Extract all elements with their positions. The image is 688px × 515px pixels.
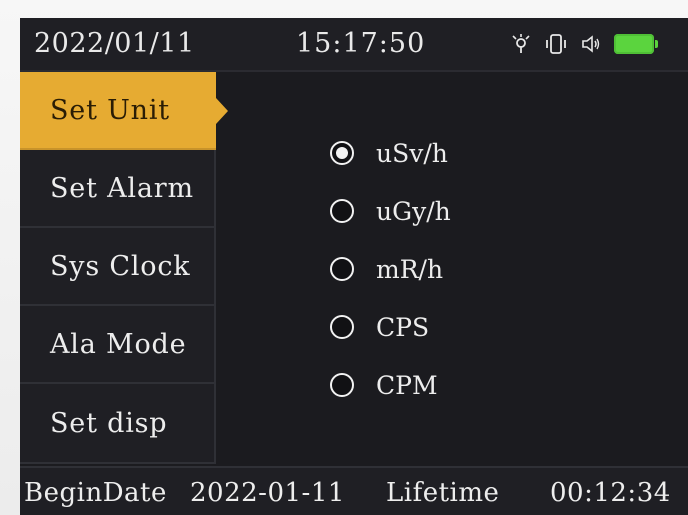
menu-item-label: Set disp (50, 407, 168, 439)
lifetime-label: Lifetime (386, 478, 500, 508)
unit-option-ugy-h[interactable]: uGy/h (330, 191, 451, 231)
unit-option-label: CPM (376, 370, 438, 400)
status-bar: 2022/01/11 15:17:50 (20, 18, 688, 72)
menu-item-label: Set Alarm (50, 172, 194, 204)
menu-item-label: Sys Clock (50, 250, 191, 282)
info-footer: BeginDate 2022-01-11 Lifetime 00:12:34 (20, 466, 688, 515)
unit-option-label: uSv/h (376, 138, 448, 168)
light-icon (510, 33, 532, 55)
menu-item-sys-clock[interactable]: Sys Clock (20, 228, 216, 306)
radio-button[interactable] (330, 315, 354, 339)
begin-date-value: 2022-01-11 (190, 478, 345, 508)
status-time: 15:17:50 (296, 28, 426, 59)
battery-icon (614, 34, 658, 54)
device-screen: 2022/01/11 15:17:50 Set Unit Set Alarm S… (20, 18, 688, 515)
menu-item-ala-mode[interactable]: Ala Mode (20, 306, 216, 384)
radio-button[interactable] (330, 373, 354, 397)
menu-item-set-disp[interactable]: Set disp (20, 384, 216, 464)
menu-item-label: Set Unit (50, 94, 170, 126)
unit-option-label: CPS (376, 312, 430, 342)
menu-item-set-alarm[interactable]: Set Alarm (20, 150, 216, 228)
vibrate-icon (544, 33, 568, 55)
status-icons (510, 32, 658, 56)
unit-option-cpm[interactable]: CPM (330, 365, 438, 405)
status-date: 2022/01/11 (34, 28, 195, 59)
menu-item-set-unit[interactable]: Set Unit (20, 72, 228, 150)
unit-option-cps[interactable]: CPS (330, 307, 429, 347)
settings-menu: Set Unit Set Alarm Sys Clock Ala Mode Se… (20, 72, 228, 464)
begin-date-label: BeginDate (24, 478, 167, 508)
radio-button[interactable] (330, 141, 354, 165)
unit-option-usv-h[interactable]: uSv/h (330, 133, 448, 173)
unit-option-label: uGy/h (376, 196, 451, 226)
unit-option-mr-h[interactable]: mR/h (330, 249, 443, 289)
menu-item-label: Ala Mode (50, 328, 187, 360)
unit-option-label: mR/h (376, 254, 444, 284)
speaker-icon (580, 33, 602, 55)
radio-button[interactable] (330, 257, 354, 281)
lifetime-value: 00:12:34 (550, 478, 671, 508)
radio-button[interactable] (330, 199, 354, 223)
unit-options-panel: uSv/h uGy/h mR/h CPS CPM (218, 72, 688, 464)
